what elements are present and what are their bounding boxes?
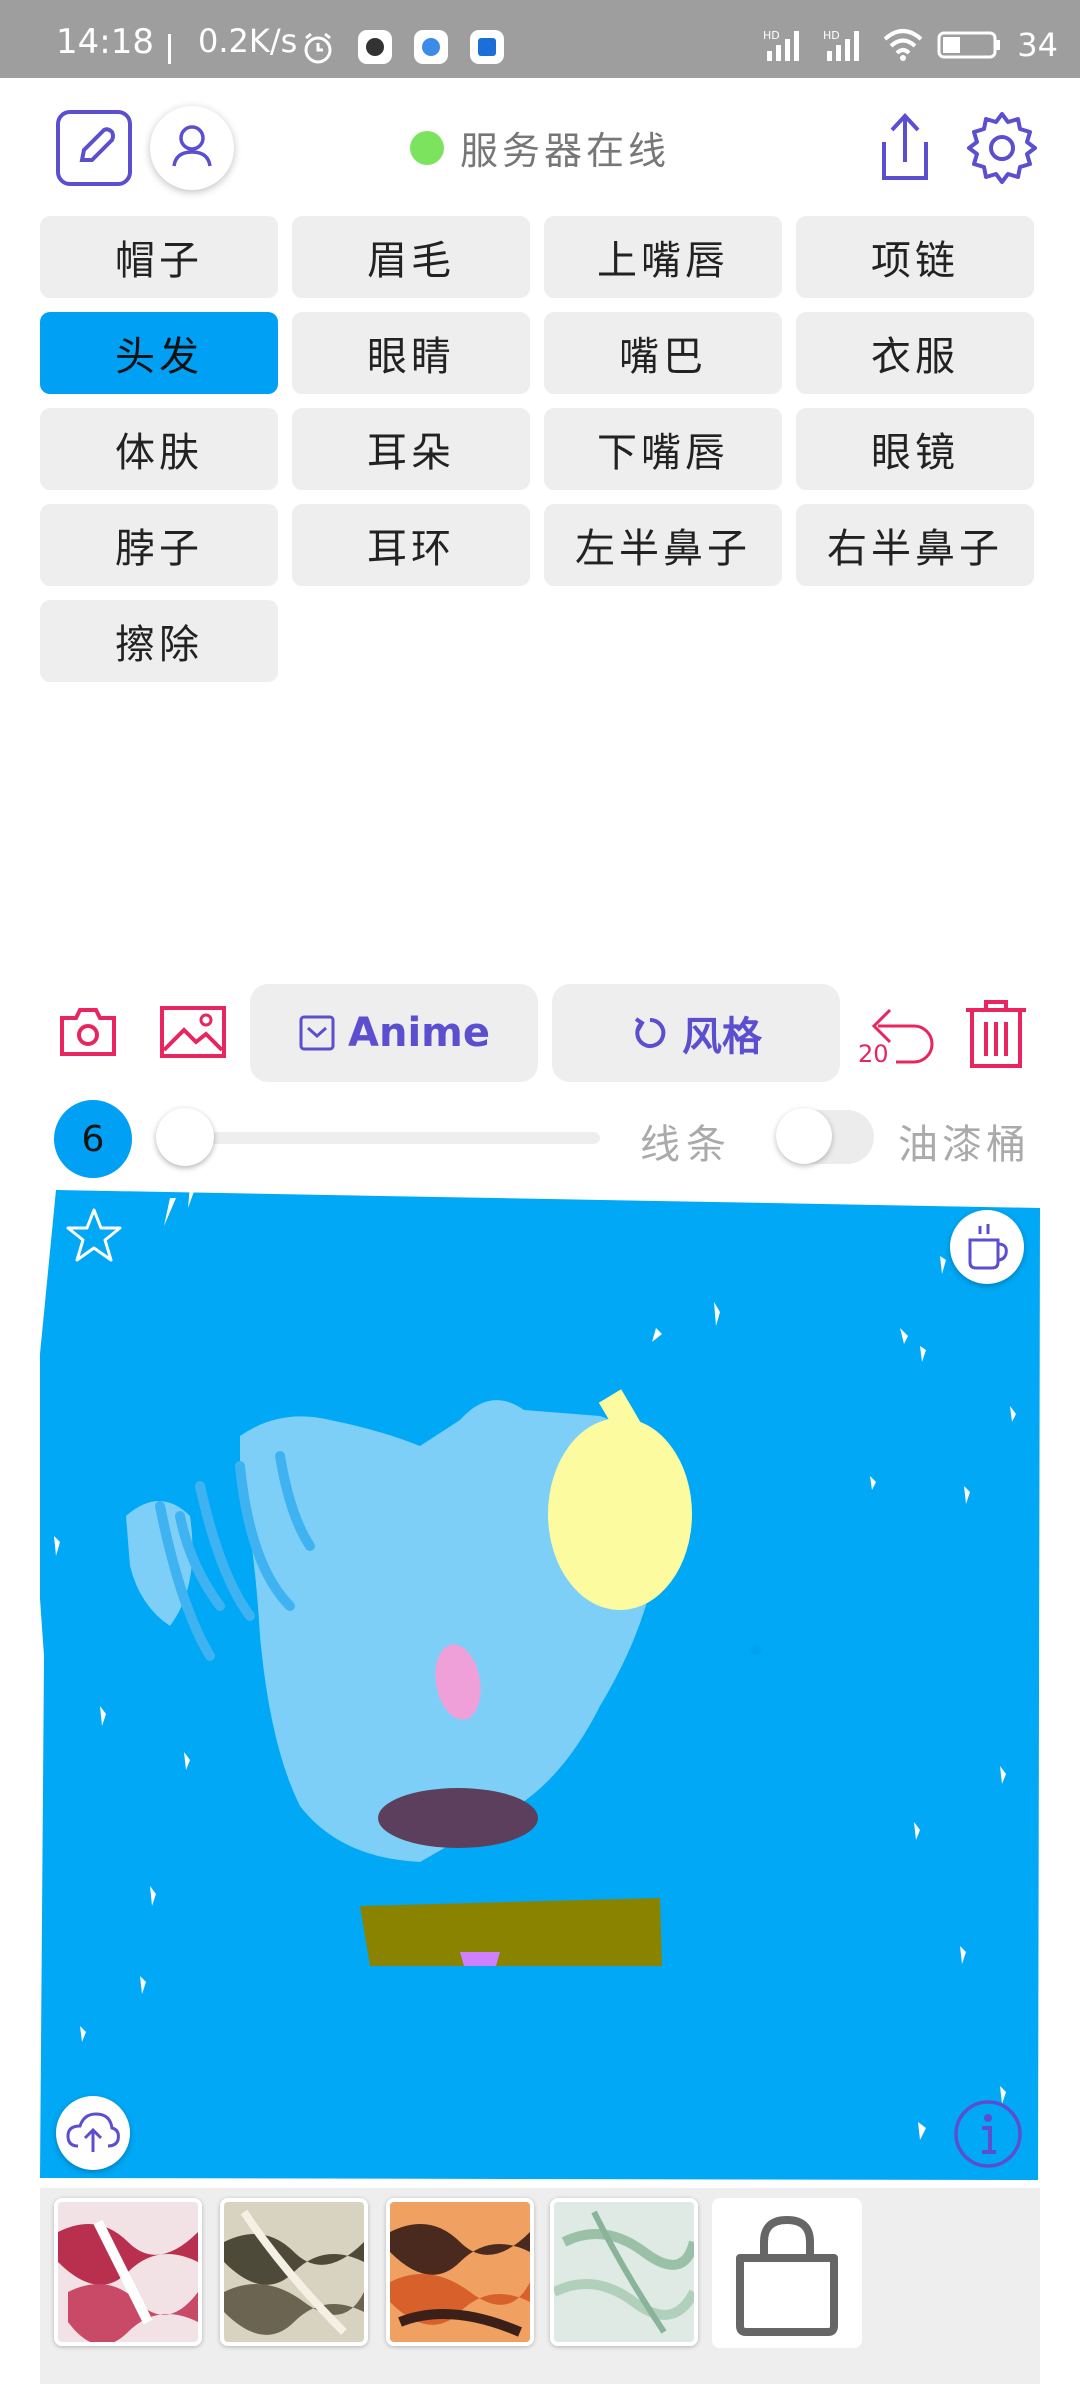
browser-app-icon (414, 30, 448, 64)
gear-icon (967, 112, 1037, 184)
donate-button[interactable] (950, 1210, 1024, 1284)
style-thumbnail[interactable] (54, 2198, 202, 2346)
category-button[interactable]: 脖子 (40, 504, 278, 586)
svg-text:HD: HD (763, 29, 780, 42)
category-button[interactable]: 眼睛 (292, 312, 530, 394)
status-time: 14:18 (56, 22, 154, 62)
style-button[interactable]: 风格 (552, 984, 840, 1082)
category-button[interactable]: 下嘴唇 (544, 408, 782, 490)
refresh-icon (634, 1017, 666, 1048)
signal-icon: HD (763, 29, 800, 61)
camera-button[interactable] (56, 1000, 120, 1064)
clear-canvas-button[interactable] (962, 996, 1030, 1072)
server-status-text: 服务器在线 (460, 129, 671, 173)
category-button[interactable]: 衣服 (796, 312, 1034, 394)
style-preview-orange (390, 2202, 530, 2342)
style-preview-beige (224, 2202, 364, 2342)
app-notification-icon (470, 30, 504, 64)
category-button[interactable]: 左半鼻子 (544, 504, 782, 586)
paint-bucket-toggle-knob[interactable] (776, 1108, 832, 1164)
drawing-canvas[interactable] (40, 1186, 1040, 2186)
brush-size-slider-knob[interactable] (156, 1108, 214, 1166)
checkbox-mail-icon (299, 1015, 335, 1051)
battery-icon (937, 31, 1001, 59)
anime-mode-button[interactable]: Anime (250, 984, 538, 1082)
paint-bucket-label: 油漆桶 (898, 1122, 1030, 1168)
category-button[interactable]: 体肤 (40, 408, 278, 490)
drawing-artwork (40, 1186, 1040, 2186)
category-button[interactable]: 眉毛 (292, 216, 530, 298)
status-separator (168, 34, 171, 64)
share-icon (882, 113, 928, 180)
status-notification-icons (300, 30, 504, 66)
undo-count: 20 (858, 1040, 889, 1068)
trash-icon (966, 1000, 1026, 1068)
style-preview-red (58, 2202, 198, 2342)
category-button[interactable]: 头发 (40, 312, 278, 394)
coffee-cup-icon (968, 1224, 1008, 1270)
user-icon (172, 125, 212, 167)
info-button[interactable] (952, 2098, 1024, 2170)
alarm-icon (304, 32, 332, 64)
shopping-bag-icon (736, 2215, 838, 2336)
brush-size-slider-track[interactable] (186, 1132, 600, 1144)
category-button[interactable]: 耳环 (292, 504, 530, 586)
status-bar: 14:18 0.2K/s HD HD 34 (0, 0, 1080, 78)
battery-percent: 34 (1017, 26, 1058, 64)
category-button[interactable]: 耳朵 (292, 408, 530, 490)
category-button[interactable]: 右半鼻子 (796, 504, 1034, 586)
style-preview-green (554, 2202, 694, 2342)
style-thumbnail[interactable] (220, 2198, 368, 2346)
server-online-dot (410, 130, 444, 165)
camera-icon (60, 1008, 116, 1056)
category-button[interactable]: 上嘴唇 (544, 216, 782, 298)
category-button[interactable]: 眼镜 (796, 408, 1034, 490)
style-label: 风格 (682, 1014, 762, 1060)
lines-label: 线条 (640, 1122, 732, 1168)
profile-button[interactable] (150, 106, 234, 190)
style-thumbnail-strip (40, 2188, 1040, 2384)
wifi-icon (883, 29, 923, 61)
sketch-mode-button[interactable] (56, 110, 132, 186)
cloud-upload-icon (66, 2112, 120, 2152)
category-button[interactable]: 项链 (796, 216, 1034, 298)
svg-text:HD: HD (823, 29, 840, 42)
star-icon (66, 1208, 122, 1262)
server-status: 服务器在线 (410, 120, 670, 175)
category-button[interactable]: 帽子 (40, 216, 278, 298)
anime-label: Anime (348, 1010, 490, 1056)
category-button[interactable]: 嘴巴 (544, 312, 782, 394)
pen-edit-icon (79, 127, 115, 162)
share-button[interactable] (864, 108, 944, 188)
category-grid: 帽子 眉毛 上嘴唇 项链头发 眼睛 嘴巴 衣服体肤 耳朵 下嘴唇 眼镜脖子 耳环 左半鼻子 右半鼻子擦除 (40, 216, 1040, 682)
style-shop-button[interactable] (712, 2198, 862, 2348)
image-icon (160, 1006, 226, 1058)
settings-button[interactable] (962, 108, 1042, 188)
brush-size-indicator[interactable]: 6 (54, 1100, 132, 1178)
style-thumbnail[interactable] (386, 2198, 534, 2346)
status-net-speed: 0.2K/s (198, 22, 298, 60)
upload-button[interactable] (56, 2096, 130, 2170)
favorite-button[interactable] (64, 1206, 124, 1266)
style-thumbnail[interactable] (550, 2198, 698, 2346)
status-right-icons: HD HD 34 (763, 26, 1058, 64)
qq-app-icon (358, 30, 392, 64)
info-icon (954, 2100, 1022, 2168)
signal-icon-2: HD (823, 29, 860, 61)
category-button[interactable]: 擦除 (40, 600, 278, 682)
gallery-button[interactable] (158, 1000, 228, 1064)
